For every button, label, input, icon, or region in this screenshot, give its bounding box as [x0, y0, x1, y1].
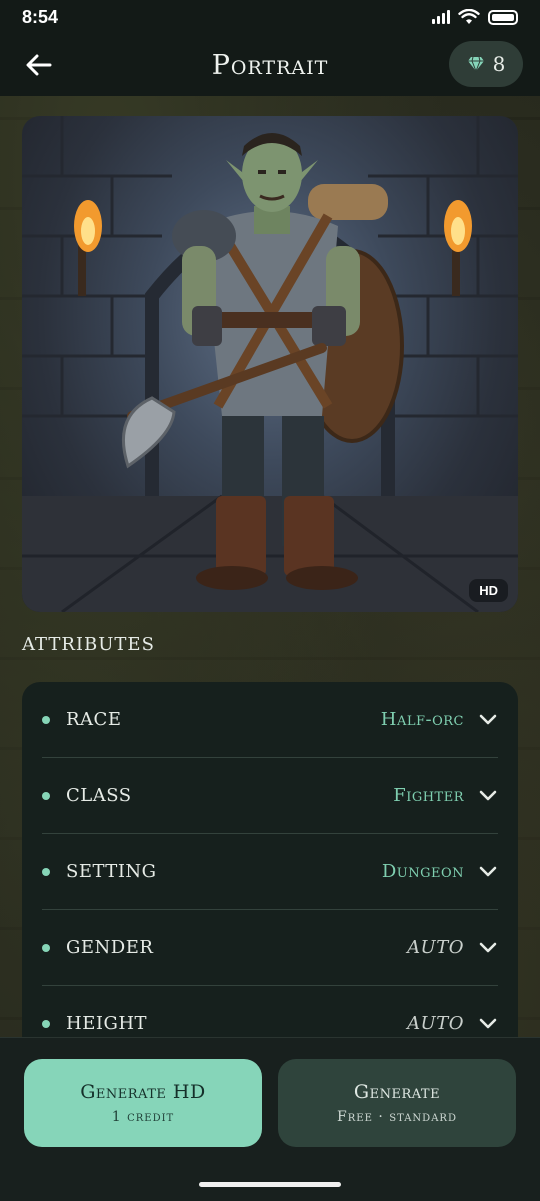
hd-badge: HD	[469, 579, 508, 602]
generate-button[interactable]: Generate Free · standard	[278, 1059, 516, 1147]
bullet-dot	[42, 1019, 50, 1028]
action-footer: Generate HD 1 credit Generate Free · sta…	[0, 1037, 540, 1201]
battery-icon	[488, 9, 518, 25]
bullet-dot	[42, 791, 50, 800]
generate-hd-button[interactable]: Generate HD 1 credit	[24, 1059, 262, 1147]
generate-hd-subtitle: 1 credit	[111, 1109, 175, 1125]
credits-chip[interactable]: 8	[449, 41, 523, 87]
status-time: 8:54	[22, 6, 59, 27]
generate-subtitle: Free · standard	[337, 1109, 457, 1125]
attribute-name: SETTING	[66, 861, 157, 882]
chevron-down-icon	[478, 710, 498, 730]
home-indicator[interactable]	[199, 1182, 341, 1187]
app-header: Portrait 8	[0, 34, 540, 96]
attribute-value: Dungeon	[381, 861, 464, 882]
attribute-value: Half-orc	[380, 709, 464, 730]
attribute-name: RACE	[66, 709, 122, 730]
generate-title: Generate	[353, 1081, 441, 1103]
chevron-down-icon	[478, 862, 498, 882]
wifi-icon	[458, 9, 480, 24]
gem-icon	[467, 56, 484, 72]
credits-count: 8	[492, 52, 506, 76]
attribute-row-class[interactable]: CLASS Fighter	[42, 758, 498, 834]
attribute-value: Fighter	[393, 785, 464, 806]
chevron-down-icon	[478, 938, 498, 958]
attribute-row-race[interactable]: RACE Half-orc	[42, 682, 498, 758]
chevron-down-icon	[478, 1014, 498, 1034]
attribute-name: HEIGHT	[66, 1013, 148, 1034]
status-icons	[432, 9, 518, 25]
chevron-down-icon	[478, 786, 498, 806]
attribute-name: CLASS	[66, 785, 132, 806]
attribute-row-setting[interactable]: SETTING Dungeon	[42, 834, 498, 910]
attributes-panel: RACE Half-orc CLASS Fighter SETTING Dung…	[22, 682, 518, 1062]
generate-hd-title: Generate HD	[80, 1081, 206, 1103]
bullet-dot	[42, 943, 50, 952]
attribute-name: GENDER	[66, 937, 154, 958]
attribute-value: AUTO	[407, 1013, 464, 1034]
portrait-illustration	[22, 116, 518, 612]
bullet-dot	[42, 715, 50, 724]
status-bar: 8:54	[0, 0, 540, 34]
signal-icon	[432, 10, 450, 24]
attribute-row-gender[interactable]: GENDER AUTO	[42, 910, 498, 986]
character-portrait[interactable]: HD	[22, 116, 518, 612]
attribute-value: AUTO	[407, 937, 464, 958]
bullet-dot	[42, 867, 50, 876]
attributes-heading: ATTRIBUTES	[22, 634, 155, 655]
